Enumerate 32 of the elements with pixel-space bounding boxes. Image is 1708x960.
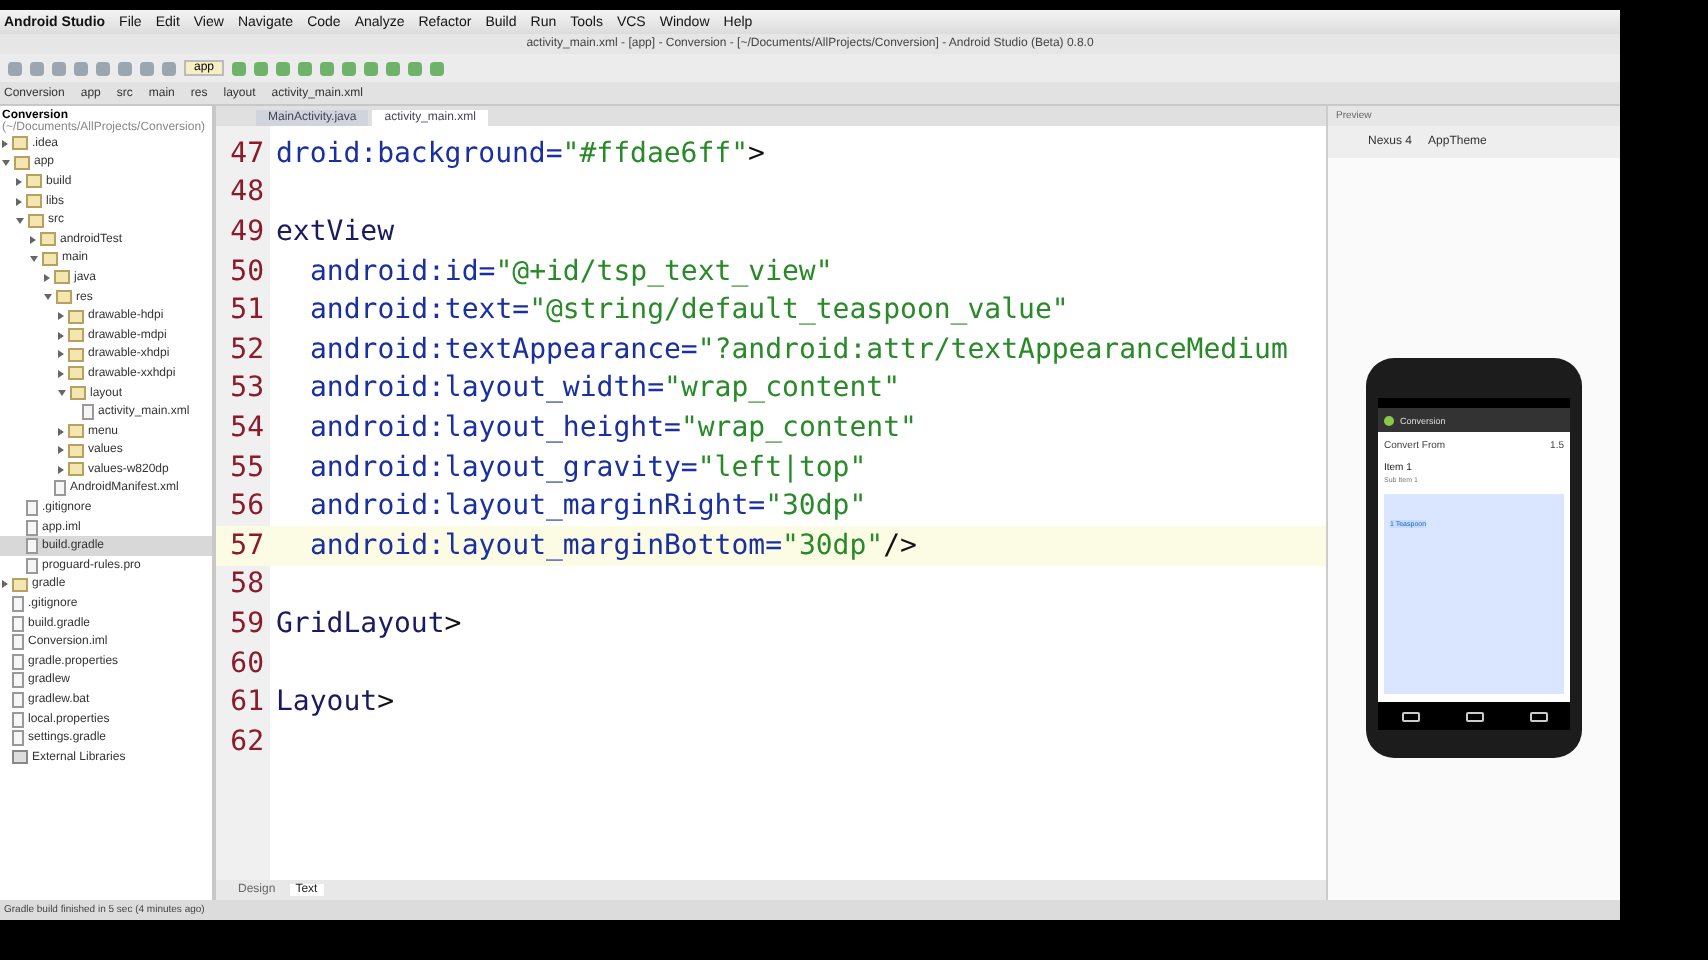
code-line: android:id="@+id/tsp_text_view" — [308, 255, 833, 288]
line-number: 56 — [228, 490, 264, 523]
line-number: 47 — [228, 137, 264, 170]
line-number: 52 — [228, 333, 264, 366]
line-number: 53 — [228, 372, 264, 405]
file-icon — [82, 404, 94, 421]
code-line: android:layout_marginBottom="30dp"/> — [308, 529, 917, 562]
line-number: 60 — [228, 647, 264, 680]
code-line: android:layout_marginRight="30dp" — [308, 490, 867, 523]
line-number: 62 — [228, 725, 264, 758]
library-icon — [12, 750, 28, 765]
code-line: Layout> — [276, 686, 395, 719]
code-line: GridLayout> — [276, 607, 462, 640]
code-line: android:text="@string/default_teaspoon_value" — [308, 294, 1069, 327]
line-number: 59 — [228, 607, 264, 640]
line-number: 57 — [228, 529, 264, 562]
line-number: 51 — [228, 294, 264, 327]
line-number: 55 — [228, 451, 264, 484]
code-line: android:layout_gravity="left|top" — [308, 451, 867, 484]
code-line: android:layout_height="wrap_content" — [308, 411, 917, 444]
line-number: 54 — [228, 411, 264, 444]
line-number: 61 — [228, 686, 264, 719]
code-line: android:textAppearance="?android:attr/textAppearanceMedium — [308, 333, 1288, 366]
code-line: android:layout_width="wrap_content" — [308, 372, 901, 405]
code-line: extView — [276, 215, 395, 248]
code-line: droid:background="#ffdae6ff"> — [276, 137, 765, 170]
line-number: 48 — [228, 176, 264, 209]
folder-icon — [12, 577, 28, 592]
line-number: 49 — [228, 215, 264, 248]
line-number: 50 — [228, 255, 264, 288]
line-number: 58 — [228, 568, 264, 601]
app-icon — [1384, 415, 1394, 425]
